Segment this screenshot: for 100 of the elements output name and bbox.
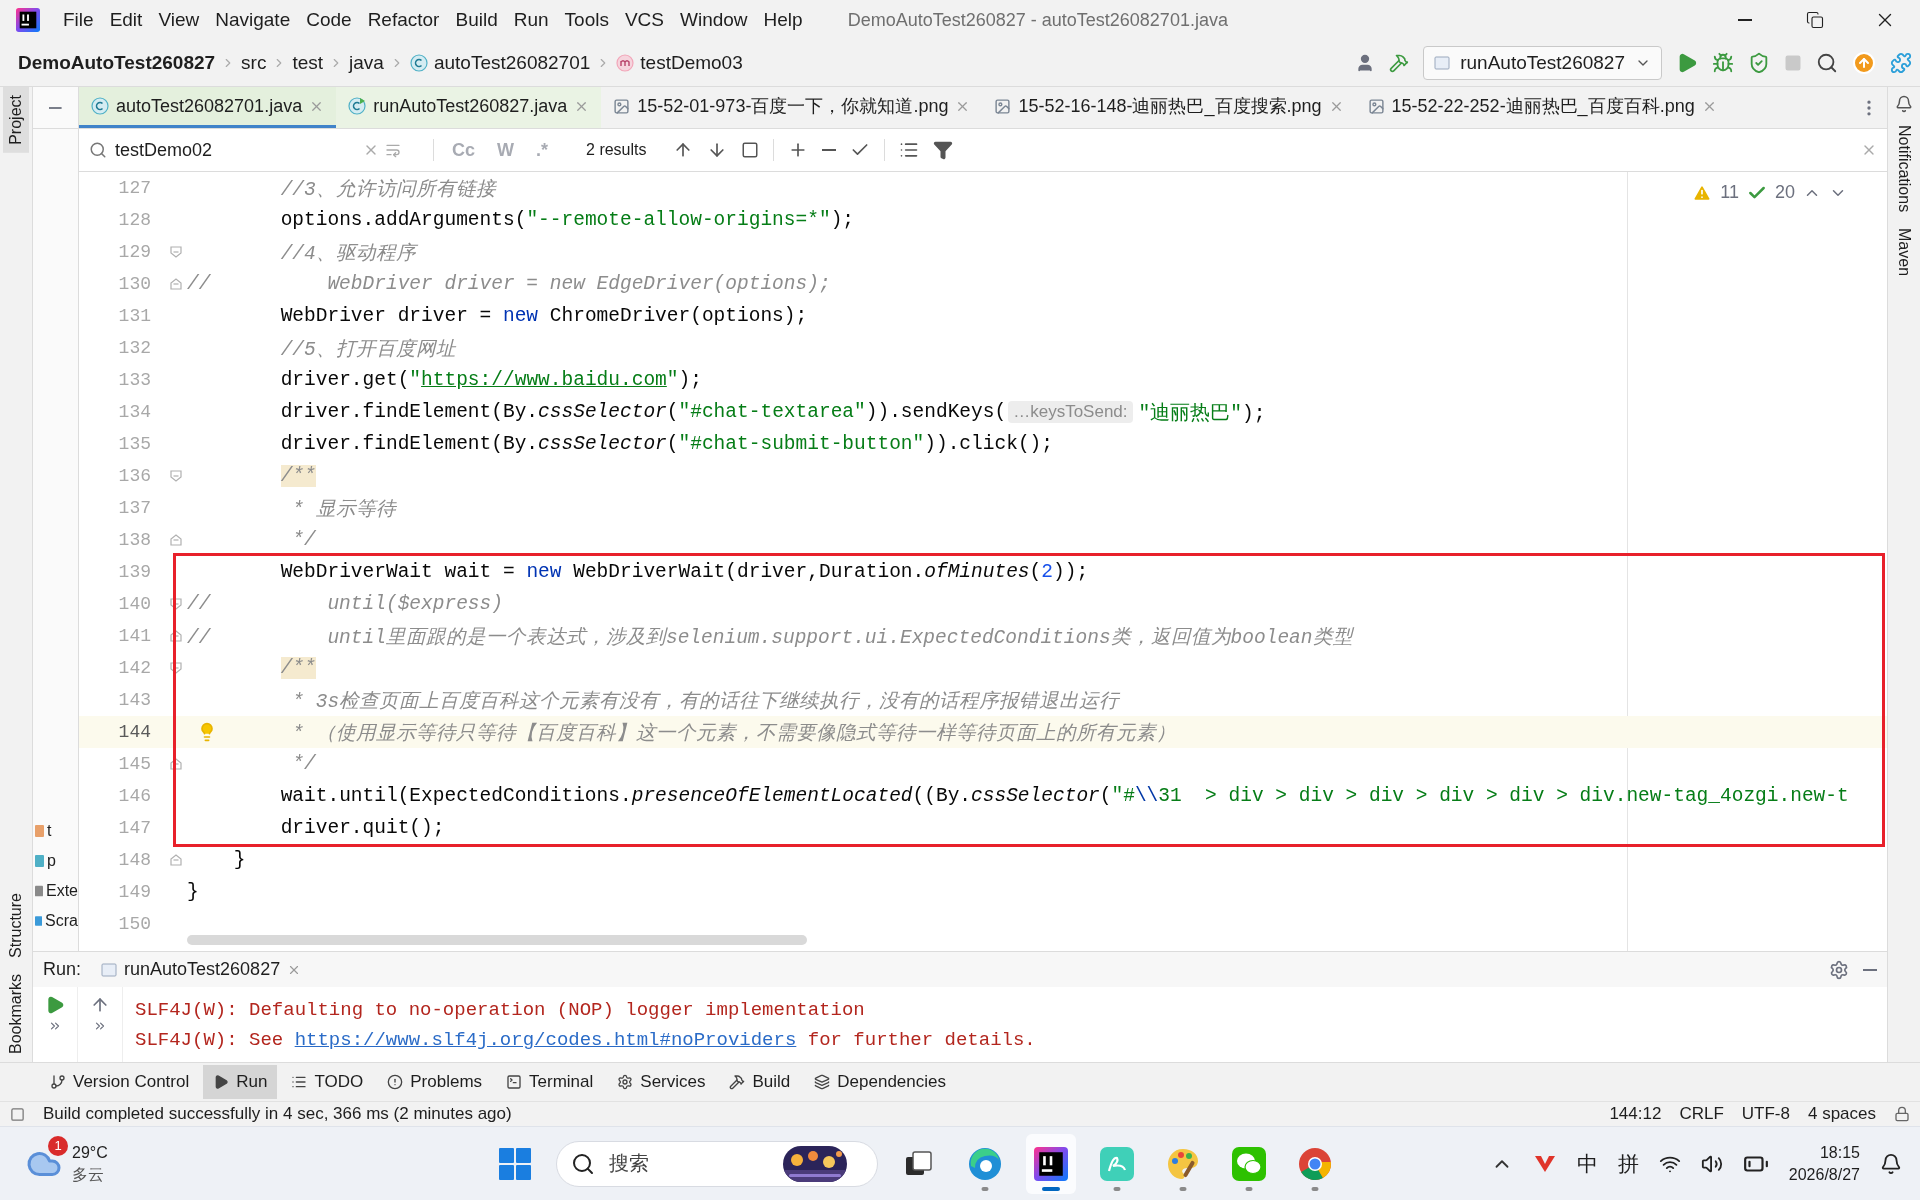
scrollbar[interactable] [187, 935, 807, 945]
code-line: driver.findElement(By.cssSelector("#chat-submit-button")).click(); [280, 433, 1053, 455]
start-icon[interactable] [498, 1146, 532, 1181]
hide-panel-icon[interactable] [49, 106, 62, 109]
code-comment: //5、打开百度网址 [280, 337, 456, 362]
tool-window-button[interactable]: Notifications [1891, 117, 1917, 221]
tool-window-button[interactable]: Structure [3, 885, 29, 966]
breadcrumb[interactable]: testDemo03 [616, 52, 743, 74]
project-tree-item[interactable]: t [47, 822, 52, 840]
fold-marker-icon[interactable] [169, 661, 183, 675]
select-all-icon[interactable] [740, 141, 759, 159]
run-tab[interactable]: runAutoTest260827 [95, 959, 308, 980]
breadcrumb[interactable]: java [349, 52, 384, 74]
new-line-icon[interactable] [385, 142, 401, 158]
tool-window-button[interactable]: Maven [1891, 220, 1917, 285]
console-line: SLF4J(W): See https://www.slf4j.org/codes.html#noProviders for further details. [135, 1028, 1037, 1053]
class-icon [91, 97, 109, 115]
editor-tab[interactable]: 15-52-22-252-迪丽热巴_百度百科.png [1355, 87, 1729, 128]
project-tree-item[interactable]: p [47, 852, 56, 870]
plugin-icon[interactable] [1890, 52, 1912, 74]
tool-window-tab[interactable]: Terminal [496, 1065, 604, 1099]
clock-date[interactable]: 2026/8/27 [1788, 1163, 1860, 1186]
run-label: Run: [43, 959, 82, 980]
line-separator[interactable]: CRLF [1679, 1104, 1724, 1124]
fold-marker-icon[interactable] [169, 853, 183, 867]
tool-window-tab[interactable]: Dependencies [804, 1065, 956, 1099]
tool-window-tab[interactable]: Build [719, 1065, 801, 1099]
editor-tab[interactable]: runAutoTest260827.java [336, 87, 602, 128]
line-number: 128 [117, 210, 151, 230]
status-message: Build completed successfully in 4 sec, 366 ms (2 minutes ago) [43, 1104, 512, 1124]
editor-tab[interactable]: 15-52-16-148-迪丽热巴_百度搜索.png [982, 87, 1356, 128]
fold-marker-icon[interactable] [169, 469, 183, 483]
menu-item[interactable]: Navigate [208, 5, 298, 35]
file-encoding[interactable]: UTF-8 [1741, 1104, 1790, 1124]
search-field[interactable]: 搜索 [607, 1151, 771, 1176]
tool-window-tab[interactable]: Services [607, 1065, 716, 1099]
project-tree-item[interactable]: Exte [46, 882, 78, 900]
debug-icon[interactable] [1712, 52, 1734, 74]
find-input[interactable]: testDemo02 [113, 138, 357, 162]
breadcrumb[interactable]: autoTest26082701 [409, 52, 591, 74]
code-comment: /** [280, 657, 316, 679]
menu-item[interactable]: Run [506, 5, 556, 35]
search-icon[interactable] [1816, 52, 1838, 74]
services-icon [617, 1074, 634, 1090]
breadcrumb[interactable]: test [292, 52, 324, 74]
menu-item[interactable]: Help [756, 5, 810, 35]
rerun-icon[interactable] [45, 995, 65, 1015]
more-actions-icon[interactable] [48, 1019, 62, 1033]
menu-item[interactable]: File [56, 5, 101, 35]
input-mode[interactable]: 中 [1576, 1149, 1598, 1178]
terminal-icon [506, 1074, 523, 1090]
tool-window-tab[interactable]: TODO [281, 1065, 374, 1099]
input-method[interactable]: 拼 [1617, 1149, 1639, 1178]
more-actions-icon[interactable] [93, 1019, 107, 1033]
tool-window-tab[interactable]: Problems [377, 1065, 493, 1099]
code-comment: */ [292, 753, 316, 775]
menu-item[interactable]: Tools [557, 5, 616, 35]
project-tree-item[interactable]: Scra [45, 912, 78, 930]
menu-item[interactable]: View [151, 5, 207, 35]
parameter-hint: …keysToSend: [1008, 401, 1133, 423]
search-box[interactable]: 搜索 [556, 1140, 878, 1187]
menu-item[interactable]: VCS [617, 5, 671, 35]
editor-tab[interactable]: autoTest26082701.java [79, 87, 337, 128]
menu-item[interactable]: Refactor [360, 5, 447, 35]
editor-tab[interactable]: 15-52-01-973-百度一下，你就知道.png [601, 87, 983, 128]
settings-icon[interactable] [1829, 959, 1849, 980]
fold-marker-icon[interactable] [169, 277, 183, 291]
warning-count[interactable]: 11 [1720, 182, 1739, 203]
console-line: SLF4J(W): Defaulting to no-operation (NOP) logger implementation [135, 998, 866, 1023]
update-icon[interactable] [1852, 51, 1876, 75]
console-link[interactable]: https://www.slf4j.org/codes.html#noProviders [294, 1029, 797, 1051]
hide-panel-icon[interactable] [1863, 968, 1877, 971]
menu-item[interactable]: Build [448, 5, 505, 35]
menu-item[interactable]: Edit [102, 5, 150, 35]
lock-icon[interactable] [1894, 1106, 1910, 1122]
indent-setting[interactable]: 4 spaces [1807, 1104, 1876, 1124]
tool-window-tab[interactable]: Version Control [40, 1065, 200, 1099]
tool-window-button[interactable]: Bookmarks [3, 965, 29, 1062]
caret-position[interactable]: 144:12 [1609, 1104, 1662, 1124]
fold-marker-icon[interactable] [169, 245, 183, 259]
breadcrumb[interactable]: src [241, 52, 267, 74]
tool-window-tab[interactable]: Run [203, 1065, 278, 1099]
fold-marker-icon[interactable] [169, 533, 183, 547]
breadcrumb[interactable]: DemoAutoTest260827 [18, 52, 216, 74]
coverage-icon[interactable] [1748, 52, 1770, 74]
run-config-dropdown[interactable]: runAutoTest260827 [1423, 46, 1662, 80]
filter-icon[interactable] [932, 140, 953, 160]
folder-icon [35, 823, 44, 839]
taskbar-app[interactable] [1026, 1133, 1076, 1194]
menu-item[interactable]: Code [299, 5, 359, 35]
fold-marker-icon[interactable] [169, 629, 183, 643]
fold-marker-icon[interactable] [169, 597, 183, 611]
notification-icon[interactable] [1880, 1152, 1902, 1175]
hammer-icon[interactable] [1389, 53, 1410, 73]
fold-marker-icon[interactable] [169, 757, 183, 771]
tool-window-button[interactable]: Project [3, 87, 29, 153]
menu-item[interactable]: Window [673, 5, 755, 35]
typo-count[interactable]: 20 [1774, 182, 1795, 203]
clock-time[interactable]: 18:15 [1819, 1141, 1860, 1164]
filter-lines-icon[interactable] [898, 140, 919, 160]
